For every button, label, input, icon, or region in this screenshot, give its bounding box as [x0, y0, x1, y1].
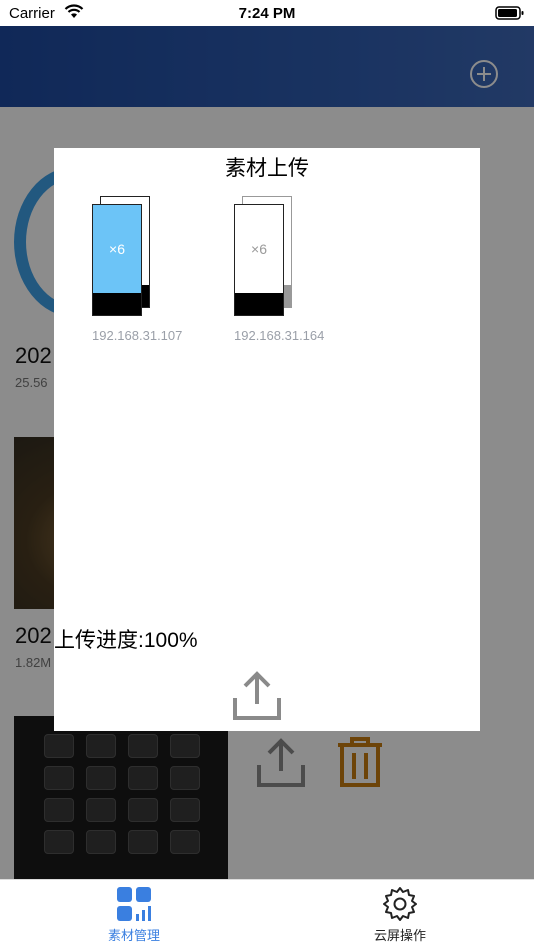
device-screen: ×6	[93, 205, 141, 293]
upload-dialog: 素材上传 ×6 192.168.31.107 ×6 192.168.31.164…	[54, 148, 480, 731]
device-ip: 192.168.31.107	[92, 328, 183, 343]
device-tile-selected[interactable]: ×6 192.168.31.107	[92, 196, 212, 346]
gear-icon	[382, 886, 418, 927]
upload-icon	[233, 671, 281, 720]
tab-label: 素材管理	[107, 928, 160, 943]
battery-icon	[495, 6, 525, 25]
status-bar: Carrier 7:24 PM	[0, 0, 534, 26]
dialog-title: 素材上传	[225, 157, 309, 180]
grid-chart-icon	[116, 886, 152, 927]
clock: 7:24 PM	[238, 5, 296, 22]
device-tile[interactable]: ×6 192.168.31.164	[234, 196, 354, 346]
tab-label: 云屏操作	[373, 928, 426, 943]
upload-progress-text: 上传进度:100%	[54, 629, 198, 652]
tab-cloud-screen[interactable]: 云屏操作	[330, 880, 470, 950]
tab-bar: 素材管理 云屏操作	[0, 879, 534, 950]
device-ip: 192.168.31.164	[234, 328, 325, 343]
tab-material-management[interactable]: 素材管理	[64, 880, 204, 950]
device-screen: ×6	[235, 205, 283, 293]
dialog-upload-button[interactable]	[230, 668, 284, 727]
